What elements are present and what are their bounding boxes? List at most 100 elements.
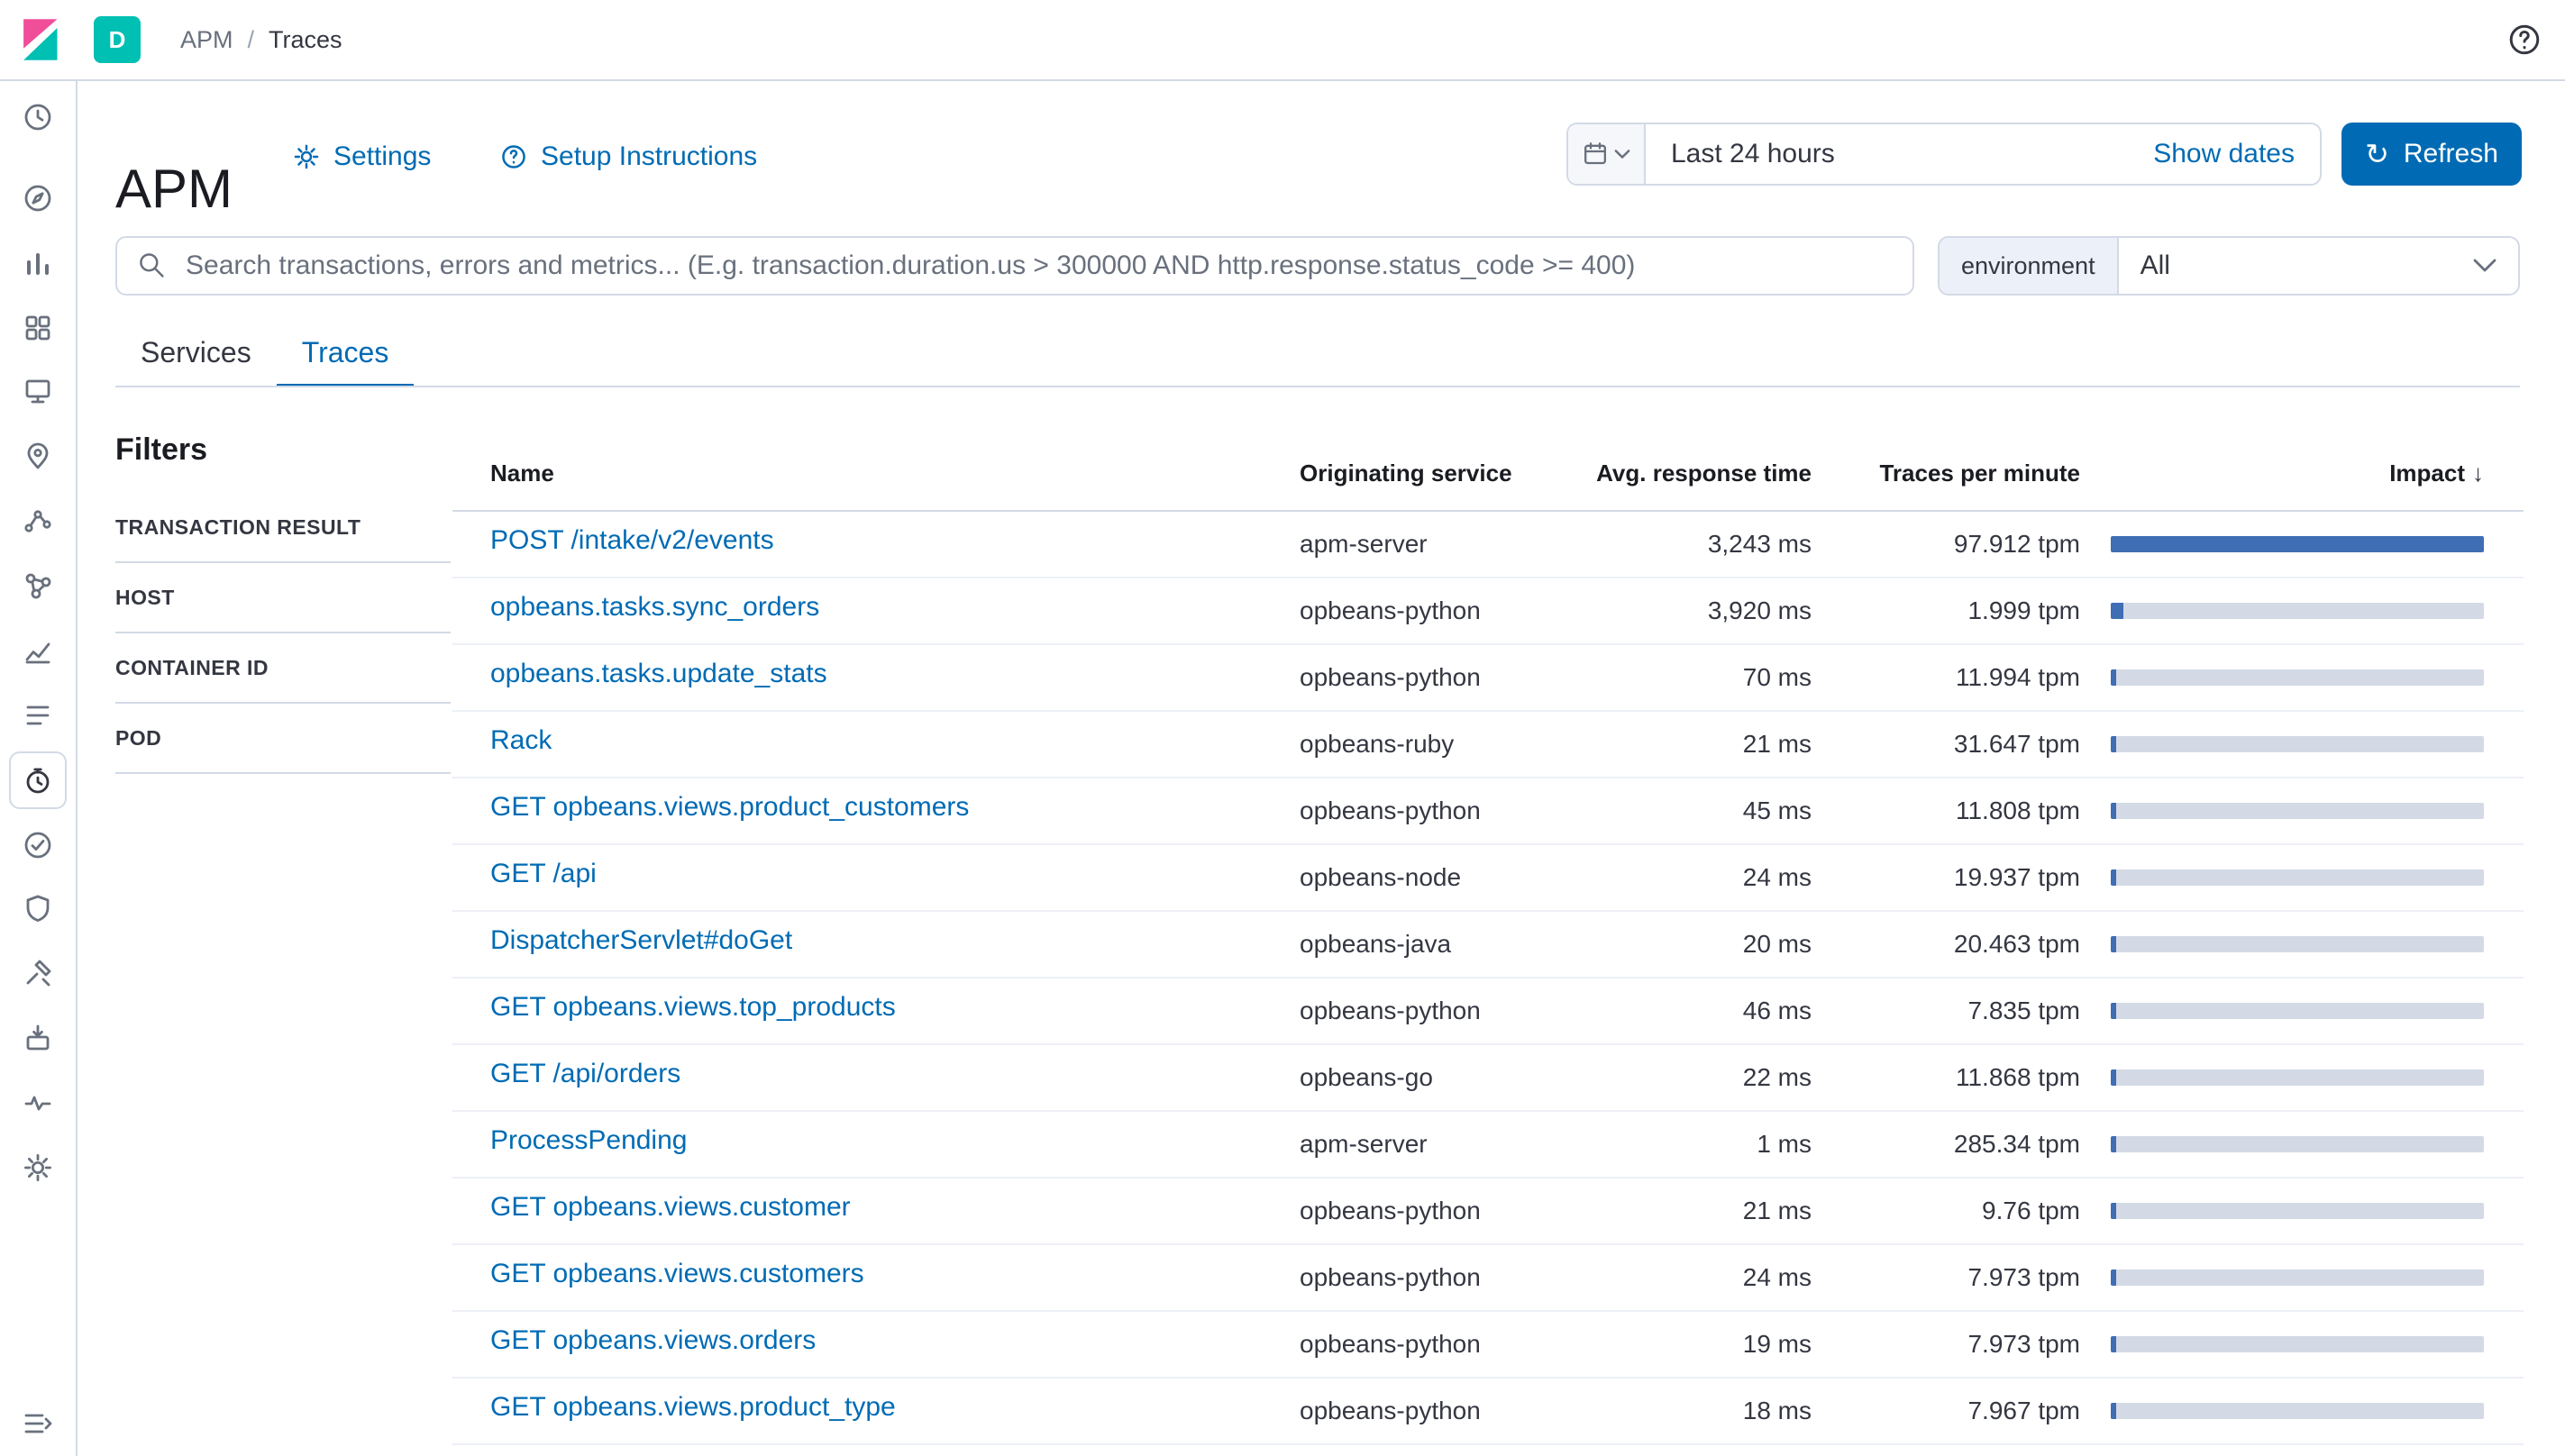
visualize-icon[interactable]: [22, 247, 54, 279]
calendar-icon: [1582, 141, 1609, 168]
refresh-label: Refresh: [2404, 139, 2498, 169]
setup-instructions-link[interactable]: Setup Instructions: [499, 139, 757, 175]
filter-group-toggle[interactable]: CONTAINER ID: [115, 633, 451, 704]
apm-traces-app: D APM / Traces: [0, 0, 2565, 1456]
traces-per-minute-cell: 285.34 tpm: [1812, 1130, 2080, 1159]
trace-name-link[interactable]: opbeans.tasks.update_stats: [490, 659, 827, 689]
table-row: DispatcherServlet#doGetopbeans-java20 ms…: [452, 912, 2524, 978]
filter-group-list: TRANSACTION RESULTHOSTCONTAINER IDPOD: [115, 493, 451, 774]
column-header-traces-per-minute[interactable]: Traces per minute: [1812, 460, 2080, 487]
recently-viewed-icon[interactable]: [22, 101, 54, 133]
tab-traces[interactable]: Traces: [277, 321, 415, 387]
machine-learning-icon[interactable]: [22, 505, 54, 537]
breadcrumb-apm[interactable]: APM: [180, 26, 233, 54]
trace-name-link[interactable]: GET /api/orders: [490, 1059, 680, 1089]
column-header-name[interactable]: Name: [452, 460, 1300, 487]
kibana-logo-icon: [16, 16, 63, 63]
tabs-divider: [115, 386, 2520, 387]
breadcrumb-separator: /: [248, 26, 255, 54]
deployment-badge[interactable]: D: [94, 16, 141, 63]
trace-name-link[interactable]: GET opbeans.views.orders: [490, 1325, 816, 1356]
column-header-impact[interactable]: Impact ↓: [2080, 460, 2524, 487]
trace-name-link[interactable]: GET opbeans.views.customer: [490, 1192, 851, 1223]
impact-cell: [2080, 1136, 2524, 1152]
trace-name-link[interactable]: GET opbeans.views.product_customers: [490, 792, 969, 823]
metrics-icon[interactable]: [22, 634, 54, 667]
avg-response-time-cell: 21 ms: [1570, 730, 1812, 759]
originating-service-cell: opbeans-ruby: [1300, 730, 1570, 759]
table-row: ProcessPendingapm-server1 ms285.34 tpm: [452, 1112, 2524, 1178]
filter-group-toggle[interactable]: POD: [115, 704, 451, 774]
uptime-icon[interactable]: [22, 829, 54, 861]
fleet-icon[interactable]: [22, 1022, 54, 1054]
date-range-value[interactable]: Last 24 hours: [1646, 139, 1835, 169]
environment-select[interactable]: All: [2119, 238, 2518, 294]
collapse-nav-icon[interactable]: [22, 1407, 54, 1440]
dashboard-icon[interactable]: [22, 312, 54, 344]
trace-name-link[interactable]: GET /api: [490, 859, 597, 889]
trace-name-link[interactable]: opbeans.tasks.sync_orders: [490, 592, 819, 623]
graph-icon[interactable]: [22, 569, 54, 602]
logs-icon[interactable]: [22, 699, 54, 732]
show-dates-link[interactable]: Show dates: [2153, 139, 2320, 169]
originating-service-cell: apm-server: [1300, 1130, 1570, 1159]
stack-monitoring-icon[interactable]: [22, 1087, 54, 1119]
trace-name-link[interactable]: GET opbeans.views.top_products: [490, 992, 896, 1023]
impact-bar-track: [2111, 669, 2484, 686]
breadcrumb: APM / Traces: [180, 26, 342, 54]
impact-bar-fill: [2111, 1336, 2116, 1352]
trace-name-link[interactable]: DispatcherServlet#doGet: [490, 925, 792, 956]
maps-icon[interactable]: [22, 440, 54, 472]
management-icon[interactable]: [22, 1151, 54, 1184]
tab-services[interactable]: Services: [115, 321, 277, 387]
filters-title: Filters: [115, 432, 451, 468]
kibana-logo[interactable]: [0, 0, 79, 79]
trace-name-link[interactable]: ProcessPending: [490, 1125, 687, 1156]
filters-panel: Filters TRANSACTION RESULTHOSTCONTAINER …: [115, 432, 451, 774]
table-row: opbeans.tasks.update_statsopbeans-python…: [452, 645, 2524, 712]
settings-label: Settings: [333, 141, 431, 172]
siem-icon[interactable]: [22, 892, 54, 924]
traces-per-minute-cell: 7.973 tpm: [1812, 1330, 2080, 1359]
impact-bar-track: [2111, 603, 2484, 619]
traces-per-minute-cell: 9.76 tpm: [1812, 1197, 2080, 1225]
impact-cell: [2080, 1069, 2524, 1086]
table-row: POST /intake/v2/eventsapm-server3,243 ms…: [452, 512, 2524, 578]
discover-icon[interactable]: [22, 182, 54, 214]
column-header-avg-response-time[interactable]: Avg. response time: [1570, 460, 1812, 487]
traces-per-minute-cell: 97.912 tpm: [1812, 530, 2080, 559]
search-input[interactable]: [115, 236, 1914, 296]
table-row: GET /api/ordersopbeans-go22 ms11.868 tpm: [452, 1045, 2524, 1112]
trace-name-link[interactable]: POST /intake/v2/events: [490, 525, 774, 556]
chevron-down-icon: [1614, 147, 1630, 161]
search-bar: [115, 236, 1914, 296]
super-date-picker: Last 24 hours Show dates: [1566, 123, 2322, 186]
help-menu-button[interactable]: [2507, 23, 2542, 57]
impact-cell: [2080, 803, 2524, 819]
dev-tools-icon[interactable]: [22, 957, 54, 989]
date-quick-select-button[interactable]: [1568, 124, 1646, 184]
impact-header-label: Impact: [2389, 460, 2465, 487]
page-title: APM: [115, 157, 233, 222]
avg-response-time-cell: 21 ms: [1570, 1197, 1812, 1225]
impact-bar-fill: [2111, 603, 2123, 619]
impact-bar-track: [2111, 1069, 2484, 1086]
impact-bar-track: [2111, 1203, 2484, 1219]
trace-name-link[interactable]: Rack: [490, 725, 552, 756]
settings-link[interactable]: Settings: [292, 139, 431, 175]
canvas-icon[interactable]: [22, 375, 54, 407]
impact-bar-fill: [2111, 936, 2116, 952]
filter-group-toggle[interactable]: HOST: [115, 563, 451, 633]
filter-group-toggle[interactable]: TRANSACTION RESULT: [115, 493, 451, 563]
impact-bar-track: [2111, 803, 2484, 819]
impact-bar-fill: [2111, 803, 2116, 819]
apm-icon[interactable]: [22, 764, 54, 796]
column-header-originating-service[interactable]: Originating service: [1300, 460, 1570, 487]
trace-name-link[interactable]: GET opbeans.views.customers: [490, 1259, 864, 1289]
table-row: opbeans.tasks.sync_customersopbeans-pyth…: [452, 1445, 2524, 1456]
impact-cell: [2080, 736, 2524, 752]
trace-name-link[interactable]: GET opbeans.views.product_type: [490, 1392, 896, 1423]
refresh-button[interactable]: ↻ Refresh: [2341, 123, 2522, 186]
avg-response-time-cell: 70 ms: [1570, 663, 1812, 692]
impact-cell: [2080, 536, 2524, 552]
